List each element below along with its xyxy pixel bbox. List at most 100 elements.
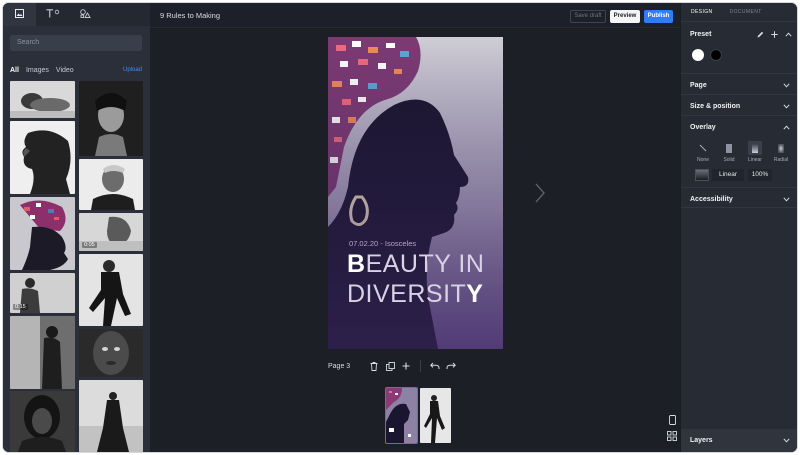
page-label: Page 3 (328, 362, 351, 370)
filter-video[interactable]: Video (56, 67, 74, 77)
media-thumbnail[interactable] (10, 197, 75, 270)
linear-icon (748, 141, 762, 155)
layers-section[interactable]: Layers (681, 429, 797, 452)
overlay-option-label: Linear (748, 157, 762, 163)
chevron-down-icon (783, 438, 790, 445)
tab-shapes[interactable] (69, 3, 102, 26)
headline-initial: B (347, 250, 366, 278)
undo-button[interactable] (427, 360, 443, 372)
layers-title: Layers (690, 437, 713, 444)
page-section[interactable]: Page (681, 73, 797, 94)
chevron-down-icon (783, 83, 790, 90)
media-thumbnail[interactable] (79, 380, 143, 452)
preset-swatch-white[interactable] (692, 49, 704, 61)
tab-text[interactable] (36, 3, 69, 26)
story-headline-line-2[interactable]: DIVERSITY (347, 280, 483, 309)
overlay-option-label: None (697, 157, 709, 163)
overlay-opacity-input[interactable]: 100% (748, 169, 772, 181)
overlay-option-radial[interactable]: Radial (770, 141, 792, 163)
publish-button[interactable]: Publish (644, 10, 673, 23)
preset-swatch-black[interactable] (710, 49, 722, 61)
pencil-icon (757, 31, 764, 38)
overlay-option-none[interactable]: None (692, 141, 714, 163)
media-thumbnail[interactable] (79, 81, 143, 156)
overlay-option-solid[interactable]: Solid (718, 141, 740, 163)
phone-icon (668, 415, 676, 425)
story-headline-line-1[interactable]: BEAUTY IN (347, 250, 484, 279)
chevron-down-icon (783, 197, 790, 204)
chevron-down-icon (783, 104, 790, 111)
trash-icon (370, 361, 378, 371)
plus-icon (402, 362, 410, 370)
collapse-preset-button[interactable] (785, 32, 792, 39)
media-thumbnail[interactable] (10, 391, 75, 452)
headline-final: Y (466, 280, 484, 308)
redo-button[interactable] (443, 360, 459, 372)
overlay-option-linear[interactable]: Linear (744, 141, 766, 163)
chevron-up-icon[interactable] (783, 125, 790, 132)
media-thumbnail[interactable] (10, 316, 75, 389)
grid-icon (667, 431, 677, 441)
preset-section: Preset (681, 21, 797, 73)
plus-icon (771, 31, 778, 38)
delete-page-button[interactable] (366, 360, 382, 372)
upload-link[interactable]: Upload (123, 67, 142, 77)
duplicate-page-button[interactable] (382, 360, 398, 372)
media-filters: All Images Video Upload (10, 67, 142, 77)
add-page-button[interactable] (398, 360, 414, 372)
tab-design[interactable]: DESIGN (681, 3, 720, 21)
size-position-section[interactable]: Size & position (681, 94, 797, 115)
divider (420, 360, 422, 372)
overlay-type-select[interactable]: Linear (712, 169, 744, 181)
filter-images[interactable]: Images (26, 67, 49, 77)
media-thumbnail[interactable] (10, 81, 75, 118)
overlay-option-label: Solid (723, 157, 735, 163)
tab-images[interactable] (3, 3, 36, 26)
chevron-right-icon (535, 183, 545, 205)
shapes-icon (80, 9, 91, 20)
save-draft-button[interactable]: Save draft (570, 10, 606, 23)
redo-icon (446, 362, 457, 369)
undo-icon (430, 362, 440, 369)
headline-rest: DIVERSIT (347, 280, 467, 308)
add-preset-button[interactable] (771, 31, 778, 40)
search-input[interactable]: Search (10, 35, 142, 51)
media-thumbnail[interactable] (79, 329, 143, 377)
story-page[interactable]: 07.02.20 - Isosceles BEAUTY IN DIVERSITY (328, 37, 503, 349)
top-bar: 9 Rules to Making Save draft Preview Pub… (150, 3, 680, 28)
app-window: Search All Images Video Upload 0:15 0:05… (3, 3, 797, 452)
preview-button[interactable]: Preview (610, 10, 640, 23)
filter-all[interactable]: All (10, 67, 19, 77)
media-thumbnail-video[interactable]: 0:05 (79, 213, 143, 251)
edit-preset-button[interactable] (757, 31, 764, 40)
preset-title: Preset (690, 31, 712, 38)
accessibility-section[interactable]: Accessibility (681, 187, 797, 208)
headline-rest: EAUTY IN (365, 250, 485, 278)
accessibility-title: Accessibility (690, 196, 733, 203)
media-thumbnail[interactable] (10, 121, 75, 194)
document-title[interactable]: 9 Rules to Making (160, 11, 220, 20)
media-thumbnail-video[interactable]: 0:15 (10, 273, 75, 313)
next-page-button[interactable] (535, 183, 545, 205)
media-thumbnail[interactable] (79, 254, 143, 326)
page-thumbnail-selected[interactable] (386, 388, 417, 443)
video-duration: 0:15 (13, 304, 28, 310)
story-date[interactable]: 07.02.20 - Isosceles (349, 239, 416, 248)
image-icon (15, 9, 24, 20)
none-icon (696, 141, 710, 155)
chevron-up-icon (785, 32, 792, 37)
overlay-title: Overlay (690, 124, 716, 131)
mobile-view-button[interactable] (666, 414, 678, 426)
page-thumbnail[interactable] (420, 388, 451, 443)
grid-view-button[interactable] (666, 430, 678, 442)
sidebar-tabs (3, 3, 150, 26)
panel-tabs: DESIGN DOCUMENT (681, 3, 797, 21)
canvas-area: 07.02.20 - Isosceles BEAUTY IN DIVERSITY… (150, 28, 680, 452)
solid-icon (722, 141, 736, 155)
media-sidebar: Search All Images Video Upload 0:15 0:05 (3, 3, 150, 452)
text-icon (46, 9, 60, 20)
media-thumbnail[interactable] (79, 159, 143, 210)
overlay-color-swatch[interactable] (695, 169, 709, 181)
page-toolbar: Page 3 (328, 360, 459, 372)
tab-document[interactable]: DOCUMENT (720, 3, 769, 21)
